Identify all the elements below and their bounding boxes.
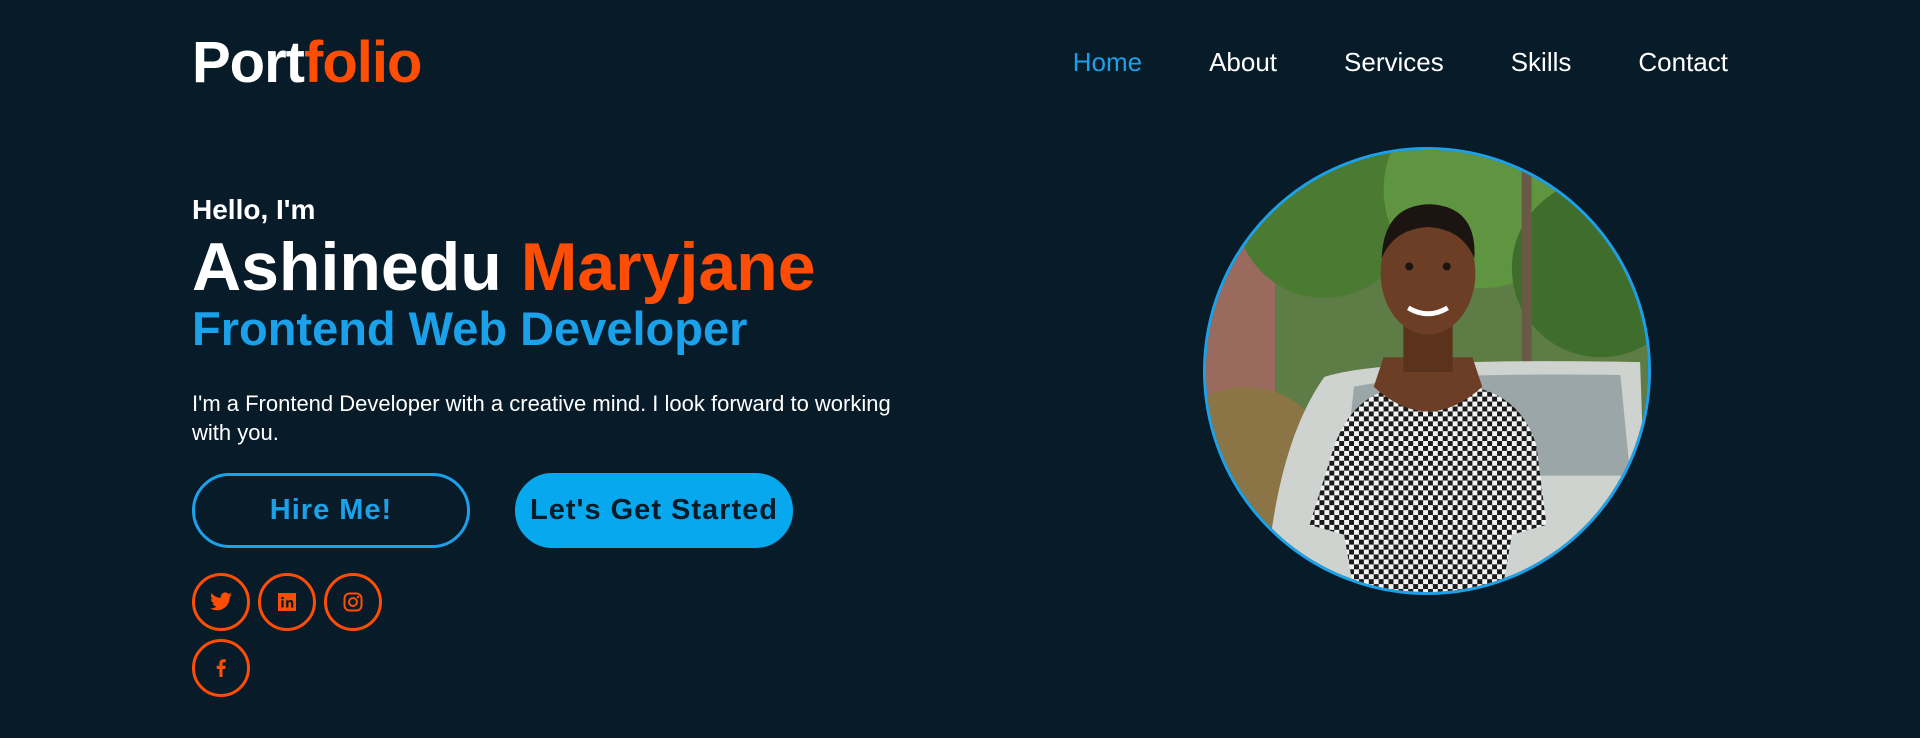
nav-contact[interactable]: Contact <box>1638 46 1728 78</box>
linkedin-icon <box>278 593 296 611</box>
instagram-link[interactable] <box>324 573 382 631</box>
last-name: Maryjane <box>520 229 816 305</box>
facebook-icon <box>216 659 226 677</box>
social-links <box>192 573 392 697</box>
get-started-button[interactable]: Let's Get Started <box>515 473 793 548</box>
twitter-icon <box>210 592 232 611</box>
logo-accent-text: folio <box>304 30 422 95</box>
hire-me-button[interactable]: Hire Me! <box>192 473 470 548</box>
nav-home[interactable]: Home <box>1073 46 1142 78</box>
twitter-link[interactable] <box>192 573 250 631</box>
portfolio-page: Portfolio Home About Services Skills Con… <box>0 0 1920 738</box>
job-title: Frontend Web Developer <box>192 302 748 355</box>
hero-section: Hello, I'm Ashinedu Maryjane Frontend We… <box>192 194 932 697</box>
hero-description: I'm a Frontend Developer with a creative… <box>192 391 891 445</box>
cta-buttons: Hire Me! Let's Get Started <box>192 473 932 548</box>
instagram-icon <box>343 592 363 612</box>
hero-name: Ashinedu Maryjane <box>192 228 932 306</box>
first-name: Ashinedu <box>192 229 502 305</box>
logo[interactable]: Portfolio <box>192 30 422 96</box>
nav-about[interactable]: About <box>1209 46 1277 78</box>
main-nav: Home About Services Skills Contact <box>1073 46 1728 78</box>
profile-photo-illustration <box>1206 150 1648 592</box>
linkedin-link[interactable] <box>258 573 316 631</box>
nav-services[interactable]: Services <box>1344 46 1444 78</box>
logo-main-text: Port <box>192 30 305 95</box>
profile-photo <box>1203 147 1651 595</box>
greeting: Hello, I'm <box>192 194 316 225</box>
facebook-link[interactable] <box>192 639 250 697</box>
nav-skills[interactable]: Skills <box>1511 46 1572 78</box>
